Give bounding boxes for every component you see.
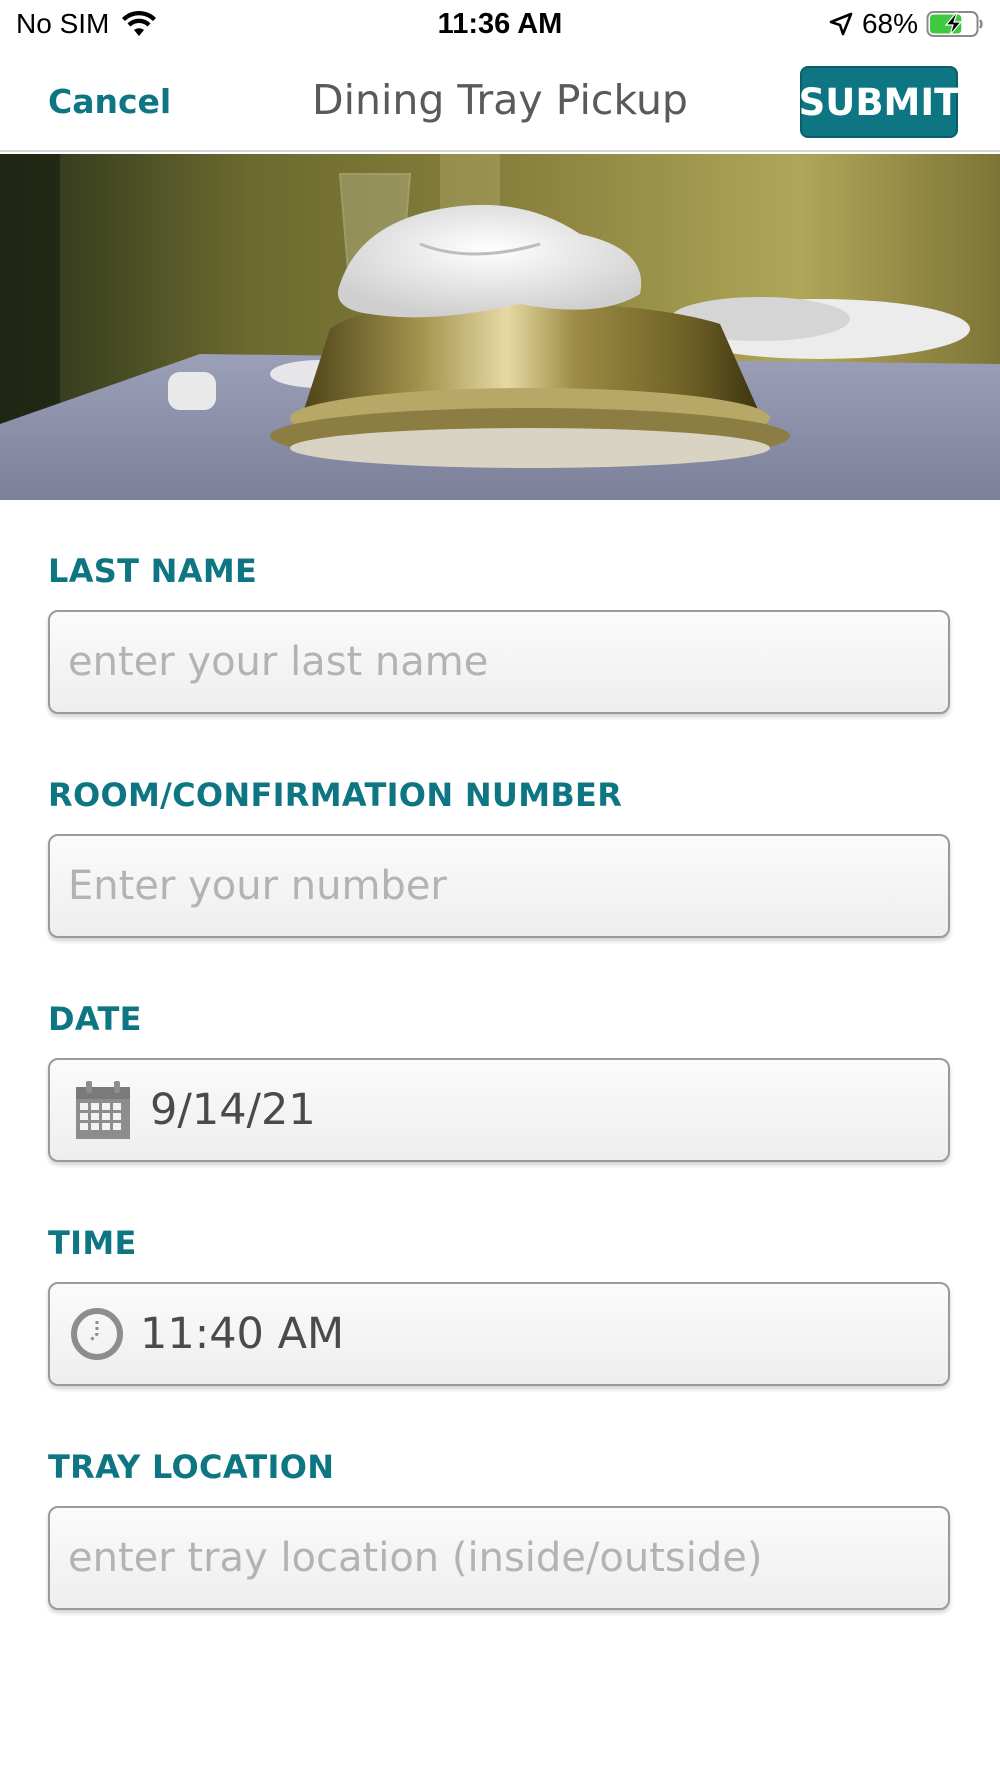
calendar-icon	[76, 1081, 130, 1139]
time-label: TIME	[48, 1224, 137, 1262]
covered-tray-photo	[0, 154, 1000, 500]
clock-icon	[71, 1308, 123, 1360]
battery-percent: 68%	[861, 8, 918, 39]
status-bar: No SIM 11:36 AM 68%	[0, 0, 1000, 52]
location-arrow-icon	[829, 12, 853, 36]
tray-location-field[interactable]: enter tray location (inside/outside)	[48, 1506, 950, 1610]
hero-image	[0, 154, 1000, 500]
date-label: DATE	[48, 1000, 142, 1038]
time-value: 11:40 AM	[140, 1309, 345, 1359]
tray-location-placeholder: enter tray location (inside/outside)	[68, 1535, 763, 1581]
status-right: 68%	[828, 8, 984, 40]
date-value: 9/14/21	[150, 1085, 316, 1135]
battery-charging-icon	[926, 11, 983, 37]
date-field[interactable]: 9/14/21	[48, 1058, 950, 1162]
dining-tray-pickup-screen: No SIM 11:36 AM 68% Cancel Dining Tray P…	[0, 0, 1000, 1778]
last-name-label: LAST NAME	[48, 552, 258, 590]
room-number-field[interactable]: Enter your number	[48, 834, 950, 938]
room-number-label: ROOM/CONFIRMATION NUMBER	[48, 776, 623, 814]
last-name-placeholder: enter your last name	[68, 639, 489, 685]
nav-bar: Cancel Dining Tray Pickup SUBMIT	[0, 52, 1000, 152]
tray-location-label: TRAY LOCATION	[48, 1448, 335, 1486]
submit-button[interactable]: SUBMIT	[799, 66, 959, 138]
time-field[interactable]: 11:40 AM	[48, 1282, 950, 1386]
room-number-placeholder: Enter your number	[68, 863, 447, 909]
last-name-field[interactable]: enter your last name	[48, 610, 950, 714]
